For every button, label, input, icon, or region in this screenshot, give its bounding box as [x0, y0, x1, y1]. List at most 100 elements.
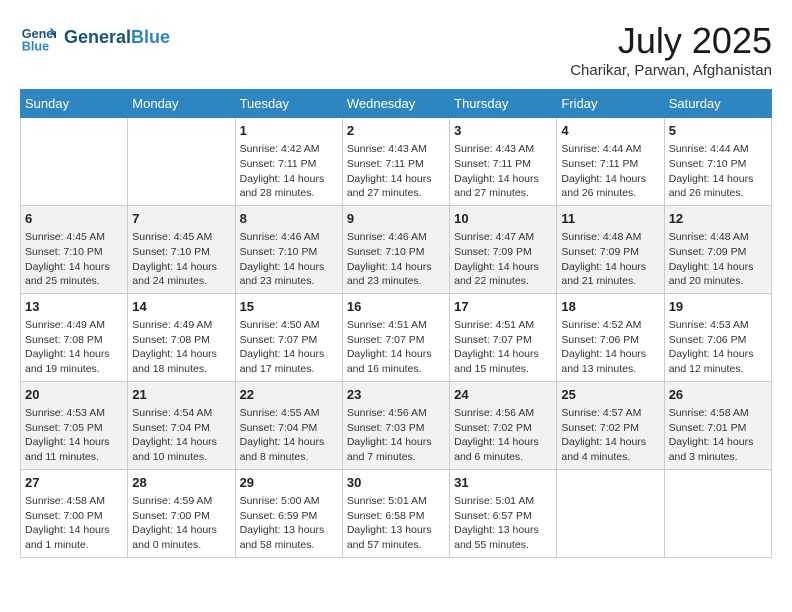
calendar-table: SundayMondayTuesdayWednesdayThursdayFrid… — [20, 89, 772, 558]
day-number: 19 — [669, 298, 767, 316]
day-detail: Sunrise: 4:48 AM Sunset: 7:09 PM Dayligh… — [669, 230, 767, 289]
day-number: 8 — [240, 210, 338, 228]
calendar-cell: 26 Sunrise: 4:58 AM Sunset: 7:01 PM Dayli… — [664, 381, 771, 469]
day-number: 29 — [240, 474, 338, 492]
calendar-cell: 10Sunrise: 4:47 AM Sunset: 7:09 PM Dayli… — [450, 205, 557, 293]
day-number: 21 — [132, 386, 230, 404]
day-detail: Sunrise: 5:01 AM Sunset: 6:57 PM Dayligh… — [454, 494, 552, 553]
calendar-week: 6 Sunrise: 4:45 AM Sunset: 7:10 PM Daylig… — [21, 205, 772, 293]
header-day: Saturday — [664, 90, 771, 118]
day-number: 20 — [25, 386, 123, 404]
day-detail: Sunrise: 4:58 AM Sunset: 7:00 PM Dayligh… — [25, 494, 123, 553]
location-title: Charikar, Parwan, Afghanistan — [570, 62, 772, 79]
day-number: 1 — [240, 122, 338, 140]
day-detail: Sunrise: 4:45 AM Sunset: 7:10 PM Dayligh… — [132, 230, 230, 289]
calendar-cell: 7 Sunrise: 4:45 AM Sunset: 7:10 PM Daylig… — [128, 205, 235, 293]
day-number: 25 — [561, 386, 659, 404]
calendar-cell: 4Sunrise: 4:44 AM Sunset: 7:11 PM Daylig… — [557, 118, 664, 206]
day-detail: Sunrise: 4:51 AM Sunset: 7:07 PM Dayligh… — [347, 318, 445, 377]
day-detail: Sunrise: 4:56 AM Sunset: 7:03 PM Dayligh… — [347, 406, 445, 465]
calendar-cell: 18 Sunrise: 4:52 AM Sunset: 7:06 PM Dayli… — [557, 293, 664, 381]
calendar-cell — [128, 118, 235, 206]
day-number: 12 — [669, 210, 767, 228]
calendar-cell: 1 Sunrise: 4:42 AM Sunset: 7:11 PM Daylig… — [235, 118, 342, 206]
calendar-cell: 29 Sunrise: 5:00 AM Sunset: 6:59 PM Dayli… — [235, 469, 342, 557]
day-detail: Sunrise: 4:56 AM Sunset: 7:02 PM Dayligh… — [454, 406, 552, 465]
calendar-cell: 2Sunrise: 4:43 AM Sunset: 7:11 PM Daylig… — [342, 118, 449, 206]
calendar-cell: 27 Sunrise: 4:58 AM Sunset: 7:00 PM Dayli… — [21, 469, 128, 557]
day-number: 13 — [25, 298, 123, 316]
calendar-cell — [21, 118, 128, 206]
title-block: July 2025 Charikar, Parwan, Afghanistan — [570, 20, 772, 79]
calendar-week: 20 Sunrise: 4:53 AM Sunset: 7:05 PM Dayli… — [21, 381, 772, 469]
day-number: 23 — [347, 386, 445, 404]
calendar-cell: 14 Sunrise: 4:49 AM Sunset: 7:08 PM Dayli… — [128, 293, 235, 381]
day-number: 14 — [132, 298, 230, 316]
calendar-cell: 24Sunrise: 4:56 AM Sunset: 7:02 PM Dayli… — [450, 381, 557, 469]
calendar-cell: 23 Sunrise: 4:56 AM Sunset: 7:03 PM Dayli… — [342, 381, 449, 469]
day-number: 18 — [561, 298, 659, 316]
day-number: 27 — [25, 474, 123, 492]
day-detail: Sunrise: 4:58 AM Sunset: 7:01 PM Dayligh… — [669, 406, 767, 465]
day-detail: Sunrise: 5:01 AM Sunset: 6:58 PM Dayligh… — [347, 494, 445, 553]
day-detail: Sunrise: 4:50 AM Sunset: 7:07 PM Dayligh… — [240, 318, 338, 377]
day-detail: Sunrise: 4:43 AM Sunset: 7:11 PM Dayligh… — [347, 142, 445, 201]
day-number: 6 — [25, 210, 123, 228]
day-detail: Sunrise: 4:42 AM Sunset: 7:11 PM Dayligh… — [240, 142, 338, 201]
calendar-cell: 17Sunrise: 4:51 AM Sunset: 7:07 PM Dayli… — [450, 293, 557, 381]
calendar-cell: 20 Sunrise: 4:53 AM Sunset: 7:05 PM Dayli… — [21, 381, 128, 469]
day-detail: Sunrise: 4:44 AM Sunset: 7:10 PM Dayligh… — [669, 142, 767, 201]
calendar-week: 1 Sunrise: 4:42 AM Sunset: 7:11 PM Daylig… — [21, 118, 772, 206]
day-number: 3 — [454, 122, 552, 140]
header-day: Tuesday — [235, 90, 342, 118]
calendar-cell: 19 Sunrise: 4:53 AM Sunset: 7:06 PM Dayli… — [664, 293, 771, 381]
day-number: 16 — [347, 298, 445, 316]
day-detail: Sunrise: 4:55 AM Sunset: 7:04 PM Dayligh… — [240, 406, 338, 465]
day-detail: Sunrise: 4:49 AM Sunset: 7:08 PM Dayligh… — [132, 318, 230, 377]
header-row: SundayMondayTuesdayWednesdayThursdayFrid… — [21, 90, 772, 118]
day-detail: Sunrise: 4:57 AM Sunset: 7:02 PM Dayligh… — [561, 406, 659, 465]
svg-text:Blue: Blue — [22, 40, 49, 54]
day-detail: Sunrise: 4:49 AM Sunset: 7:08 PM Dayligh… — [25, 318, 123, 377]
calendar-cell: 12 Sunrise: 4:48 AM Sunset: 7:09 PM Dayli… — [664, 205, 771, 293]
day-number: 7 — [132, 210, 230, 228]
day-detail: Sunrise: 4:44 AM Sunset: 7:11 PM Dayligh… — [561, 142, 659, 201]
header-day: Wednesday — [342, 90, 449, 118]
calendar-cell: 16 Sunrise: 4:51 AM Sunset: 7:07 PM Dayli… — [342, 293, 449, 381]
day-detail: Sunrise: 4:43 AM Sunset: 7:11 PM Dayligh… — [454, 142, 552, 201]
page-header: General Blue GeneralBlue July 2025 Chari… — [20, 20, 772, 79]
day-detail: Sunrise: 4:47 AM Sunset: 7:09 PM Dayligh… — [454, 230, 552, 289]
calendar-cell: 25 Sunrise: 4:57 AM Sunset: 7:02 PM Dayli… — [557, 381, 664, 469]
day-number: 26 — [669, 386, 767, 404]
day-number: 28 — [132, 474, 230, 492]
calendar-cell: 8 Sunrise: 4:46 AM Sunset: 7:10 PM Daylig… — [235, 205, 342, 293]
day-detail: Sunrise: 4:46 AM Sunset: 7:10 PM Dayligh… — [240, 230, 338, 289]
calendar-cell — [664, 469, 771, 557]
calendar-cell: 15Sunrise: 4:50 AM Sunset: 7:07 PM Dayli… — [235, 293, 342, 381]
day-detail: Sunrise: 4:45 AM Sunset: 7:10 PM Dayligh… — [25, 230, 123, 289]
day-number: 5 — [669, 122, 767, 140]
day-detail: Sunrise: 4:46 AM Sunset: 7:10 PM Dayligh… — [347, 230, 445, 289]
day-detail: Sunrise: 4:59 AM Sunset: 7:00 PM Dayligh… — [132, 494, 230, 553]
day-number: 30 — [347, 474, 445, 492]
calendar-week: 27 Sunrise: 4:58 AM Sunset: 7:00 PM Dayli… — [21, 469, 772, 557]
day-detail: Sunrise: 4:53 AM Sunset: 7:05 PM Dayligh… — [25, 406, 123, 465]
day-detail: Sunrise: 4:52 AM Sunset: 7:06 PM Dayligh… — [561, 318, 659, 377]
day-number: 11 — [561, 210, 659, 228]
day-detail: Sunrise: 4:48 AM Sunset: 7:09 PM Dayligh… — [561, 230, 659, 289]
logo-text: GeneralBlue — [64, 27, 170, 49]
day-number: 22 — [240, 386, 338, 404]
calendar-cell: 28 Sunrise: 4:59 AM Sunset: 7:00 PM Dayli… — [128, 469, 235, 557]
day-number: 31 — [454, 474, 552, 492]
calendar-cell — [557, 469, 664, 557]
day-detail: Sunrise: 5:00 AM Sunset: 6:59 PM Dayligh… — [240, 494, 338, 553]
day-detail: Sunrise: 4:51 AM Sunset: 7:07 PM Dayligh… — [454, 318, 552, 377]
header-day: Thursday — [450, 90, 557, 118]
day-number: 9 — [347, 210, 445, 228]
calendar-cell: 5 Sunrise: 4:44 AM Sunset: 7:10 PM Daylig… — [664, 118, 771, 206]
logo: General Blue GeneralBlue — [20, 20, 170, 56]
calendar-cell: 22 Sunrise: 4:55 AM Sunset: 7:04 PM Dayli… — [235, 381, 342, 469]
calendar-cell: 6 Sunrise: 4:45 AM Sunset: 7:10 PM Daylig… — [21, 205, 128, 293]
header-day: Sunday — [21, 90, 128, 118]
day-detail: Sunrise: 4:53 AM Sunset: 7:06 PM Dayligh… — [669, 318, 767, 377]
